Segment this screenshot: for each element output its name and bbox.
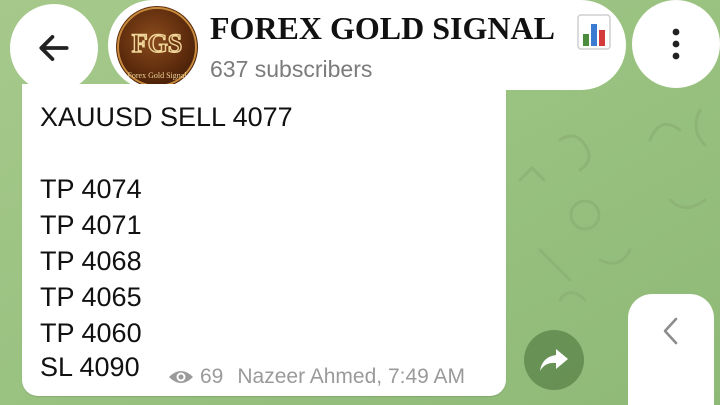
- message-line: TP 4060: [40, 318, 142, 348]
- back-button[interactable]: [10, 4, 98, 92]
- message-line: SL 4090: [40, 352, 140, 382]
- share-button[interactable]: [524, 330, 584, 390]
- bar-chart-icon: [577, 14, 611, 50]
- author-timestamp: Nazeer Ahmed, 7:49 AM: [237, 365, 465, 388]
- more-vertical-icon: [672, 28, 680, 60]
- message-meta: 69 Nazeer Ahmed, 7:49 AM: [168, 364, 465, 390]
- message-line: TP 4074: [40, 174, 142, 204]
- message-line: XAUUSD SELL 4077: [40, 102, 293, 132]
- message-line: TP 4065: [40, 282, 142, 312]
- message-line: TP 4068: [40, 246, 142, 276]
- arrow-left-icon: [39, 35, 69, 61]
- share-arrow-icon: [540, 349, 568, 371]
- message-line: TP 4071: [40, 210, 142, 240]
- avatar-caption: Forex Gold Signal: [127, 71, 187, 80]
- view-count: 69: [200, 365, 224, 388]
- channel-avatar[interactable]: FGS Forex Gold Signal: [116, 6, 198, 88]
- eye-icon: [169, 371, 193, 383]
- chevron-left-icon: [663, 317, 678, 345]
- channel-title: FOREX GOLD SIGNAL: [210, 10, 555, 46]
- avatar-monogram: FGS: [132, 29, 183, 58]
- more-options-button[interactable]: [632, 0, 720, 88]
- subscriber-count: 637 subscribers: [210, 56, 373, 82]
- side-panel-toggle[interactable]: [628, 294, 714, 405]
